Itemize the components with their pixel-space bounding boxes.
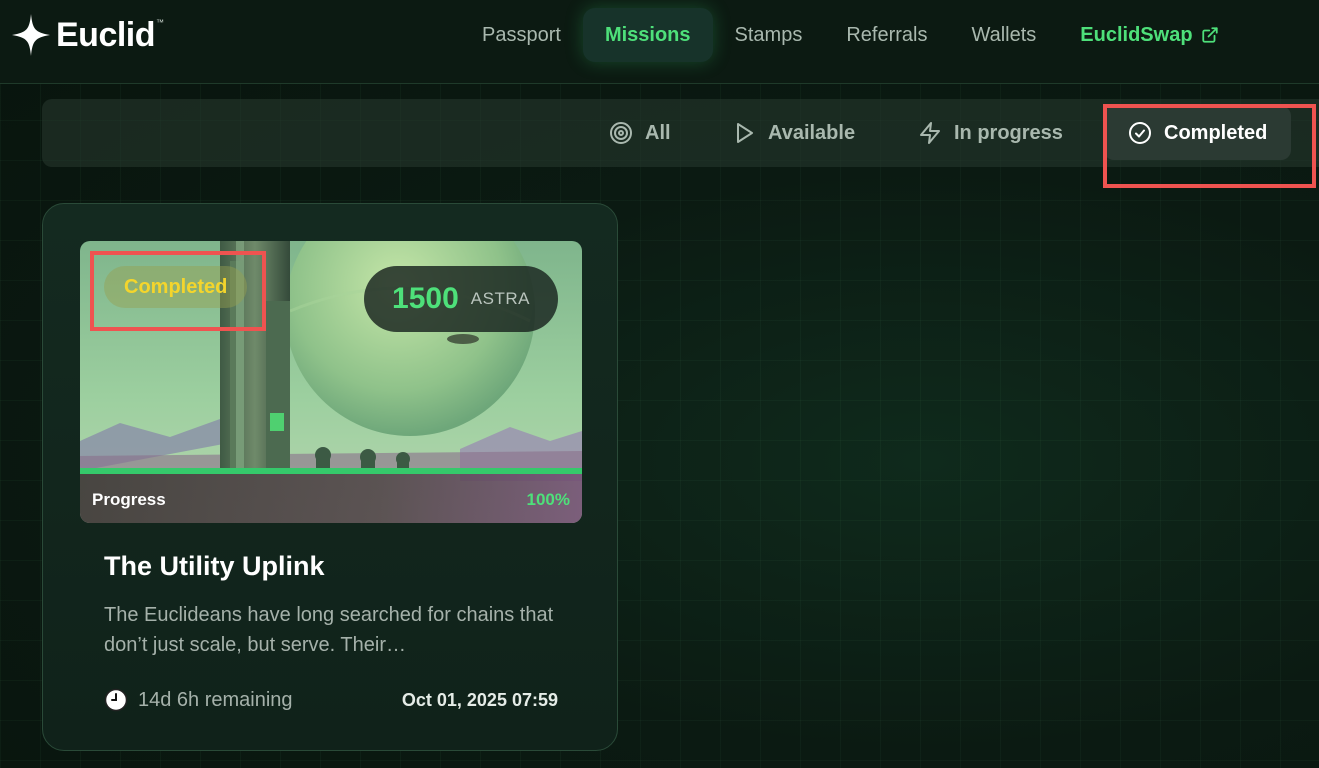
sparkle-logo-icon [12,14,50,56]
nav-missions[interactable]: Missions [582,8,713,62]
external-link-icon [1201,27,1218,43]
nav-passport[interactable]: Passport [460,8,583,62]
logo-text: Euclid [56,15,156,54]
top-header: Euclid ™ Passport Missions Stamps Referr… [0,0,1319,84]
filter-in-progress-label: In progress [954,121,1063,144]
filter-in-progress[interactable]: In progress [918,106,1063,160]
nav-wallets[interactable]: Wallets [949,8,1058,62]
nav-euclidswap[interactable]: EuclidSwap [1058,8,1224,62]
filter-available[interactable]: Available [732,106,855,160]
mission-banner-image: Completed 1500 ASTRA Progress 100% [80,241,582,523]
euclid-logo[interactable]: Euclid ™ [10,12,164,58]
reward-amount: 1500 [392,282,459,315]
nav-referrals[interactable]: Referrals [824,8,949,62]
time-remaining: 14d 6h remaining [138,688,293,711]
progress-strip: Progress 100% [80,474,582,523]
filter-completed[interactable]: Completed [1104,106,1292,160]
progress-value: 100% [526,490,570,509]
reward-unit: ASTRA [470,289,530,308]
nav-euclidswap-label: EuclidSwap [1080,24,1193,46]
play-icon [737,123,753,143]
mission-card[interactable]: Completed 1500 ASTRA Progress 100% The U… [42,203,618,751]
mission-description: The Euclideans have long searched for ch… [104,604,554,656]
logo-trademark: ™ [156,18,165,27]
filter-all-label: All [645,121,671,144]
clock-icon [104,688,128,712]
filter-all[interactable]: All [609,106,671,160]
filter-completed-label: Completed [1164,121,1268,144]
mission-footer: 14d 6h remaining Oct 01, 2025 07:59 [104,686,558,714]
main-nav: Passport Missions Stamps Referrals Walle… [460,8,1225,62]
mission-filter-bar: All Available In progress Completed [42,99,1319,167]
progress-label: Progress [92,490,166,509]
mission-date: Oct 01, 2025 07:59 [401,689,558,710]
lightning-icon [920,122,940,144]
target-icon [610,122,632,144]
reward-pill: 1500 ASTRA [364,266,558,332]
check-circle-icon [1129,122,1151,144]
mission-status-badge: Completed [104,266,248,308]
nav-stamps[interactable]: Stamps [713,8,825,62]
mission-title: The Utility Uplink [104,551,325,581]
filter-available-label: Available [768,121,856,144]
